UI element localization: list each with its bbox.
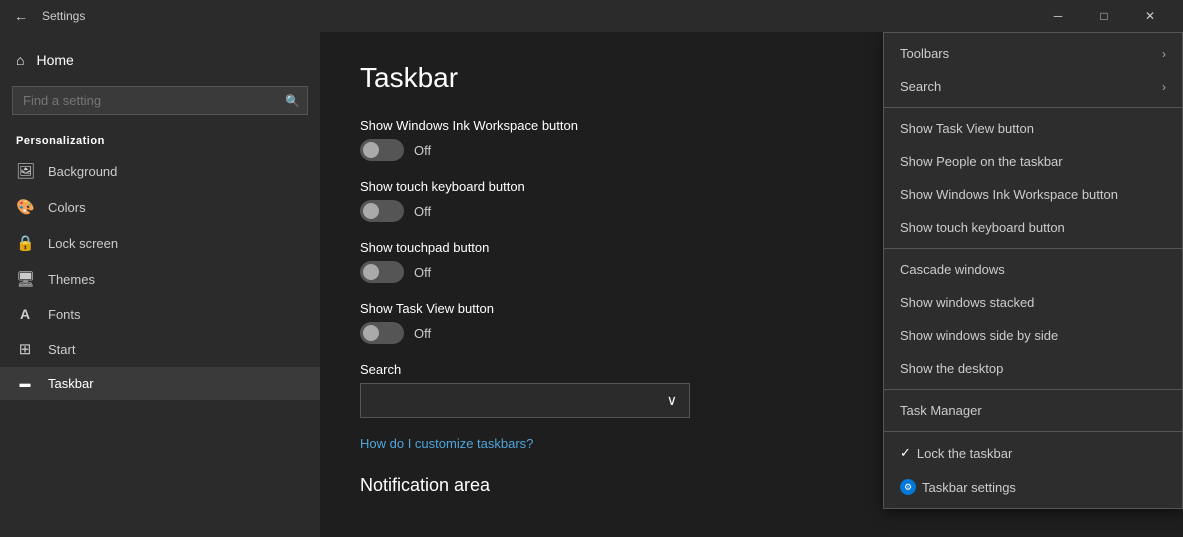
- chevron-right-icon: ›: [1162, 80, 1166, 94]
- context-menu-item-lock-taskbar[interactable]: ✓ Lock the taskbar: [884, 436, 1182, 470]
- ink-workspace-toggle[interactable]: [360, 139, 404, 161]
- search-icon: 🔍: [285, 94, 300, 108]
- context-menu-item-show-touch-kb[interactable]: Show touch keyboard button: [884, 211, 1182, 244]
- sidebar-item-label: Start: [48, 342, 75, 357]
- themes-icon: 🖥: [16, 270, 34, 288]
- show-side-by-side-label: Show windows side by side: [900, 328, 1058, 343]
- background-icon: 🖼: [16, 162, 34, 180]
- content-area: Taskbar Show Windows Ink Workspace butto…: [320, 32, 1183, 537]
- touch-keyboard-toggle-label: Off: [414, 204, 431, 219]
- sidebar-search-container: 🔍: [12, 86, 308, 115]
- context-menu-item-show-stacked[interactable]: Show windows stacked: [884, 286, 1182, 319]
- sidebar-item-label: Taskbar: [48, 376, 94, 391]
- sidebar-item-taskbar[interactable]: ▬ Taskbar: [0, 367, 320, 400]
- toolbars-label: Toolbars: [900, 46, 949, 61]
- lock-taskbar-label: Lock the taskbar: [917, 446, 1012, 461]
- taskbar-icon: ▬: [16, 378, 34, 390]
- sidebar: ⌂ Home 🔍 Personalization 🖼 Background 🎨 …: [0, 32, 320, 537]
- context-menu-item-show-task-view[interactable]: Show Task View button: [884, 112, 1182, 145]
- minimize-button[interactable]: ─: [1035, 0, 1081, 32]
- context-menu-item-show-desktop[interactable]: Show the desktop: [884, 352, 1182, 385]
- sidebar-home-button[interactable]: ⌂ Home: [0, 42, 320, 78]
- context-menu-item-show-ink[interactable]: Show Windows Ink Workspace button: [884, 178, 1182, 211]
- show-task-view-label: Show Task View button: [900, 121, 1034, 136]
- show-ink-label: Show Windows Ink Workspace button: [900, 187, 1118, 202]
- divider: [884, 248, 1182, 249]
- chevron-right-icon: ›: [1162, 47, 1166, 61]
- show-touch-kb-label: Show touch keyboard button: [900, 220, 1065, 235]
- context-menu-item-cascade[interactable]: Cascade windows: [884, 253, 1182, 286]
- sidebar-item-label: Lock screen: [48, 236, 118, 251]
- home-label: Home: [36, 52, 73, 68]
- gear-icon: ⚙: [900, 479, 916, 495]
- divider: [884, 389, 1182, 390]
- sidebar-item-background[interactable]: 🖼 Background: [0, 153, 320, 189]
- context-menu-item-taskbar-settings[interactable]: ⚙ Taskbar settings: [884, 470, 1182, 504]
- check-icon: ✓: [900, 445, 911, 461]
- show-people-label: Show People on the taskbar: [900, 154, 1063, 169]
- cascade-label: Cascade windows: [900, 262, 1005, 277]
- sidebar-item-lock-screen[interactable]: 🔒 Lock screen: [0, 225, 320, 261]
- lock-screen-icon: 🔒: [16, 234, 34, 252]
- context-menu-item-search[interactable]: Search ›: [884, 70, 1182, 103]
- context-menu-item-show-people[interactable]: Show People on the taskbar: [884, 145, 1182, 178]
- task-view-toggle[interactable]: [360, 322, 404, 344]
- titlebar-left: ← Settings: [10, 4, 85, 28]
- show-stacked-label: Show windows stacked: [900, 295, 1034, 310]
- sidebar-item-label: Colors: [48, 200, 86, 215]
- back-button[interactable]: ←: [10, 4, 32, 28]
- search-menu-label: Search: [900, 79, 941, 94]
- close-button[interactable]: ✕: [1127, 0, 1173, 32]
- main-layout: ⌂ Home 🔍 Personalization 🖼 Background 🎨 …: [0, 32, 1183, 537]
- sidebar-item-label: Themes: [48, 272, 95, 287]
- context-menu: Toolbars › Search › Show Task View butto…: [883, 32, 1183, 509]
- divider: [884, 107, 1182, 108]
- titlebar: ← Settings ─ □ ✕: [0, 0, 1183, 32]
- sidebar-item-start[interactable]: ⊞ Start: [0, 331, 320, 367]
- sidebar-item-label: Background: [48, 164, 117, 179]
- touch-keyboard-toggle[interactable]: [360, 200, 404, 222]
- context-menu-item-toolbars[interactable]: Toolbars ›: [884, 37, 1182, 70]
- context-menu-item-task-manager[interactable]: Task Manager: [884, 394, 1182, 427]
- home-icon: ⌂: [16, 52, 24, 68]
- start-icon: ⊞: [16, 340, 34, 358]
- titlebar-controls: ─ □ ✕: [1035, 0, 1173, 32]
- maximize-button[interactable]: □: [1081, 0, 1127, 32]
- task-view-toggle-label: Off: [414, 326, 431, 341]
- search-input[interactable]: [12, 86, 308, 115]
- taskbar-settings-label: Taskbar settings: [922, 480, 1016, 495]
- chevron-down-icon: ∨: [667, 392, 677, 409]
- fonts-icon: A: [16, 306, 34, 322]
- show-desktop-label: Show the desktop: [900, 361, 1003, 376]
- sidebar-item-colors[interactable]: 🎨 Colors: [0, 189, 320, 225]
- sidebar-section-label: Personalization: [0, 123, 320, 153]
- ink-workspace-toggle-label: Off: [414, 143, 431, 158]
- sidebar-item-themes[interactable]: 🖥 Themes: [0, 261, 320, 297]
- sidebar-item-label: Fonts: [48, 307, 81, 322]
- task-manager-label: Task Manager: [900, 403, 982, 418]
- search-dropdown[interactable]: ∨: [360, 383, 690, 418]
- divider: [884, 431, 1182, 432]
- touchpad-toggle[interactable]: [360, 261, 404, 283]
- colors-icon: 🎨: [16, 198, 34, 216]
- titlebar-title: Settings: [42, 9, 85, 23]
- context-menu-item-show-side-by-side[interactable]: Show windows side by side: [884, 319, 1182, 352]
- touchpad-toggle-label: Off: [414, 265, 431, 280]
- sidebar-item-fonts[interactable]: A Fonts: [0, 297, 320, 331]
